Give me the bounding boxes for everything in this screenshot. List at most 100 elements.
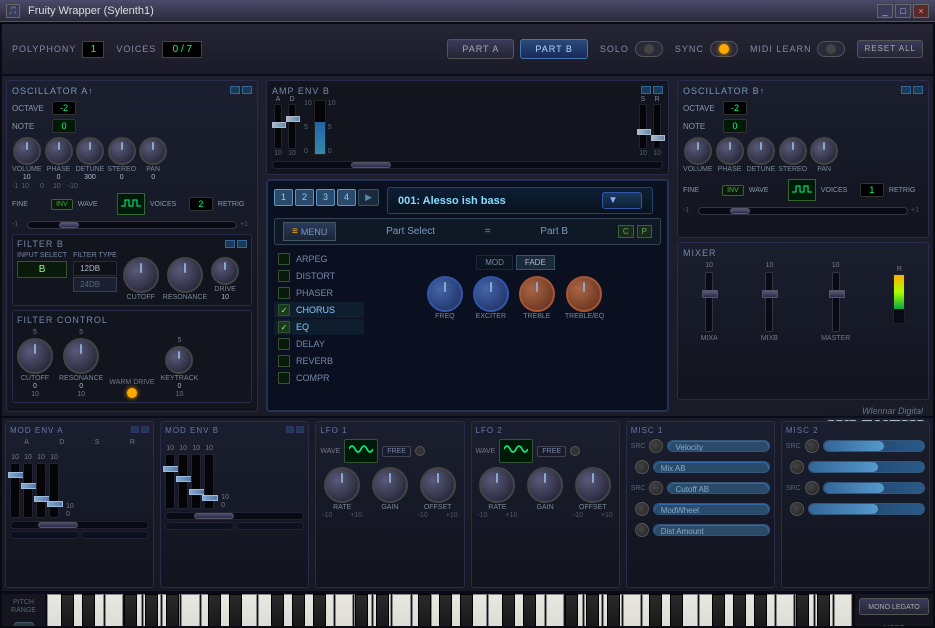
key-ds7[interactable]: [670, 594, 683, 628]
misc2-btn4[interactable]: [790, 502, 804, 516]
mod-env-b-copy[interactable]: [286, 426, 294, 433]
key-fs4[interactable]: [271, 594, 284, 628]
mod-a-a-track[interactable]: [10, 463, 20, 518]
cutoffab-src-btn[interactable]: [649, 481, 663, 495]
mod-a-d-track[interactable]: [23, 463, 33, 518]
key-fs7[interactable]: [712, 594, 725, 628]
amp-d-thumb[interactable]: [286, 116, 300, 122]
lfo1-offset-knob[interactable]: [420, 467, 456, 503]
key-as6[interactable]: [607, 594, 620, 628]
mod-b-s-track[interactable]: [191, 454, 201, 509]
paste-btn[interactable]: P: [637, 225, 652, 238]
mod-env-a-copy[interactable]: [131, 426, 139, 433]
osc-a-copy-btn[interactable]: [230, 86, 240, 94]
distamt-src-btn[interactable]: [635, 523, 649, 537]
key-ds8[interactable]: [817, 594, 830, 628]
distort-check[interactable]: [278, 270, 290, 282]
reset-all-btn[interactable]: RESET ALL: [857, 40, 923, 58]
osc-b-fine-thumb[interactable]: [730, 208, 750, 214]
amp-r-thumb[interactable]: [651, 135, 665, 141]
tab-3[interactable]: 3: [316, 189, 335, 206]
mix-b-track[interactable]: [765, 272, 773, 332]
compr-check[interactable]: [278, 372, 290, 384]
close-btn[interactable]: ×: [913, 4, 929, 18]
key-cs7[interactable]: [649, 594, 662, 628]
lfo1-wave-btn[interactable]: [344, 439, 378, 463]
osc-a-wave-btn[interactable]: [117, 193, 145, 215]
key-ds5[interactable]: [376, 594, 389, 628]
osc-b-note-value[interactable]: 0: [723, 119, 747, 133]
osc-a-stereo-knob[interactable]: [108, 137, 136, 165]
solo-btn[interactable]: [635, 41, 663, 57]
preset-dropdown[interactable]: ▼: [602, 192, 642, 209]
lfo2-rate-knob[interactable]: [479, 467, 515, 503]
key-ds6[interactable]: [523, 594, 536, 628]
mod-a-r-track[interactable]: [49, 463, 59, 518]
osc-b-volume-knob[interactable]: [684, 137, 712, 165]
key-ds4[interactable]: [229, 594, 242, 628]
osc-b-wave-btn[interactable]: [788, 179, 816, 201]
distamt-bar[interactable]: Dist Amount: [653, 524, 770, 536]
key-gs7[interactable]: [733, 594, 746, 628]
osc-a-paste-btn[interactable]: [242, 86, 252, 94]
osc-b-copy-btn[interactable]: [901, 86, 911, 94]
osc-a-octave-value[interactable]: -2: [52, 101, 76, 115]
tab-4[interactable]: 4: [337, 189, 356, 206]
osc-b-stereo-knob[interactable]: [779, 137, 807, 165]
fc-cutoff-knob[interactable]: [17, 338, 53, 374]
reverb-label[interactable]: REVERB: [296, 356, 351, 366]
misc2-bar4[interactable]: [808, 503, 925, 515]
filter-paste-btn[interactable]: [237, 240, 247, 248]
osc-a-note-value[interactable]: 0: [52, 119, 76, 133]
effect-knob-treble1[interactable]: [519, 276, 555, 312]
key-fs3[interactable]: [124, 594, 137, 628]
mod-b-a-track[interactable]: [165, 454, 175, 509]
minimize-btn[interactable]: _: [877, 4, 893, 18]
filter-input-value[interactable]: B: [17, 261, 67, 278]
effect-knob-freq[interactable]: [427, 276, 463, 312]
amp-a-thumb[interactable]: [272, 122, 286, 128]
amp-a-track[interactable]: [274, 104, 282, 149]
mod-a-a-thumb[interactable]: [8, 472, 24, 478]
amp-scrollbar-thumb[interactable]: [351, 162, 391, 168]
amp-scrollbar[interactable]: [272, 161, 663, 169]
filter-type-display[interactable]: 12DB: [73, 261, 117, 276]
fc-keytrack-knob[interactable]: [165, 346, 193, 374]
polyphony-value[interactable]: 1: [82, 41, 104, 58]
phaser-label[interactable]: PHASER: [296, 288, 351, 298]
mono-legato-btn[interactable]: MONO LEGATO: [859, 598, 928, 615]
key-gs5[interactable]: [439, 594, 452, 628]
arpeg-label[interactable]: ARPEG: [296, 254, 351, 264]
lfo2-offset-knob[interactable]: [575, 467, 611, 503]
osc-b-detune-knob[interactable]: [747, 137, 775, 165]
key-cs4[interactable]: [208, 594, 221, 628]
lfo2-gain-knob[interactable]: [527, 467, 563, 503]
tab-2[interactable]: 2: [295, 189, 314, 206]
mod-env-a-btn1[interactable]: [10, 531, 79, 539]
menu-btn[interactable]: ≡ MENU: [283, 222, 336, 241]
lfo1-free-btn[interactable]: FREE: [382, 446, 411, 457]
tab-play[interactable]: ▶: [358, 189, 379, 206]
key-b8[interactable]: [834, 594, 852, 628]
eq-check[interactable]: ✓: [278, 321, 290, 333]
osc-a-fine-slider[interactable]: [27, 221, 237, 229]
filter-drive-knob[interactable]: [211, 257, 239, 285]
amp-env-copy-btn[interactable]: [641, 86, 651, 94]
amp-d-track[interactable]: [288, 104, 296, 149]
key-cs3[interactable]: [61, 594, 74, 628]
key-e7[interactable]: [623, 594, 641, 628]
key-gs4[interactable]: [292, 594, 305, 628]
warm-drive-led[interactable]: [127, 388, 137, 398]
osc-b-phase-knob[interactable]: [716, 137, 744, 165]
key-as3[interactable]: [166, 594, 179, 628]
key-as7[interactable]: [754, 594, 767, 628]
delay-check[interactable]: [278, 338, 290, 350]
phaser-check[interactable]: [278, 287, 290, 299]
pitch-wheel[interactable]: [14, 622, 34, 628]
eq-label[interactable]: EQ: [296, 322, 351, 332]
filter-resonance-knob[interactable]: [167, 257, 203, 293]
cutoffab-bar[interactable]: Cutoff AB: [667, 482, 769, 494]
mod-b-d-thumb[interactable]: [176, 476, 192, 482]
key-gs6[interactable]: [586, 594, 599, 628]
effect-knob-treble2[interactable]: [566, 276, 602, 312]
